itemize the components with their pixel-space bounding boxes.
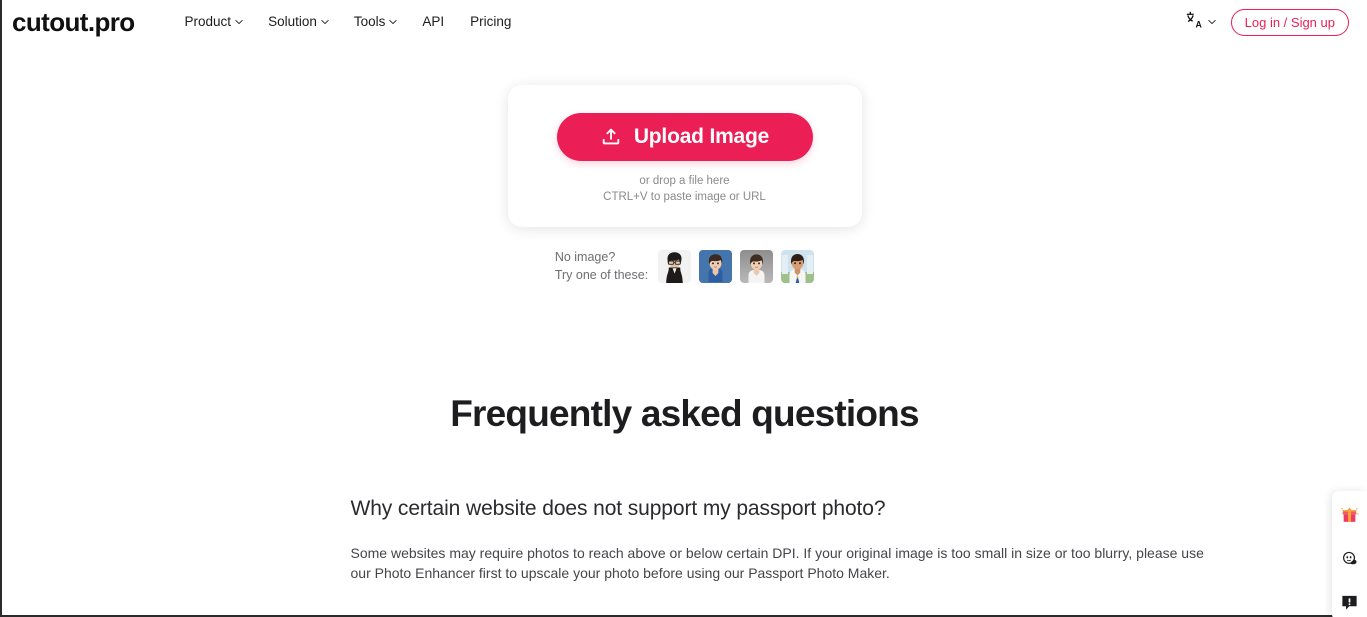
sample-label-line1: No image?	[554, 250, 616, 264]
site-header: cutout.pro Product Solution Tools API Pr…	[2, 0, 1367, 44]
nav-item-label: API	[422, 14, 445, 30]
dropzone-hint-line2: CTRL+V to paste image or URL	[603, 190, 766, 203]
login-signup-button[interactable]: Log in / Sign up	[1230, 8, 1349, 36]
language-switcher[interactable]: A	[1185, 10, 1216, 35]
discord-face-icon[interactable]	[1339, 547, 1361, 569]
upload-icon	[600, 126, 622, 148]
upload-image-button[interactable]: Upload Image	[556, 113, 813, 161]
chevron-down-icon	[1208, 18, 1216, 25]
sample-thumbnail-list	[658, 250, 815, 284]
sample-photo-4[interactable]	[781, 250, 815, 284]
sample-images-label: No image? Try one of these:	[555, 249, 648, 285]
sample-photo-2[interactable]	[699, 250, 733, 284]
main-nav: Product Solution Tools API Pricing	[185, 15, 512, 29]
nav-item-tools[interactable]: Tools	[353, 14, 398, 30]
dropzone-hint-line1: or drop a file here	[639, 175, 730, 187]
translate-icon: A	[1185, 10, 1205, 35]
upload-section: Upload Image or drop a file here CTRL+V …	[2, 85, 1367, 285]
nav-item-label: Pricing	[470, 14, 512, 30]
sample-label-line2: Try one of these:	[554, 267, 649, 282]
header-actions: A Log in / Sign up	[1185, 8, 1349, 36]
sample-photo-3[interactable]	[740, 250, 774, 284]
gift-icon[interactable]	[1339, 503, 1361, 525]
site-logo[interactable]: cutout.pro	[12, 9, 135, 35]
faq-list: Why certain website does not support my …	[115, 497, 1255, 584]
upload-image-button-label: Upload Image	[633, 125, 770, 148]
feedback-bubble-icon[interactable]	[1339, 591, 1361, 613]
chevron-down-icon	[235, 18, 243, 25]
faq-question[interactable]: Why certain website does not support my …	[351, 497, 1225, 521]
faq-item[interactable]: Why certain website does not support my …	[351, 497, 1225, 584]
sample-images-section: No image? Try one of these:	[555, 249, 815, 285]
nav-item-api[interactable]: API	[422, 15, 444, 29]
floating-widget-panel	[1332, 491, 1367, 617]
faq-answer: Some websites may require photos to reac…	[350, 544, 1204, 582]
svg-text:A: A	[1195, 19, 1202, 29]
faq-heading: Frequently asked questions	[450, 392, 919, 434]
nav-item-label: Tools	[353, 14, 386, 30]
nav-item-solution[interactable]: Solution	[268, 14, 329, 30]
dropzone-hint: or drop a file here CTRL+V to paste imag…	[603, 174, 766, 206]
chevron-down-icon	[321, 18, 329, 25]
nav-item-pricing[interactable]: Pricing	[470, 15, 511, 29]
chevron-down-icon	[389, 18, 398, 25]
nav-item-label: Solution	[268, 14, 317, 30]
nav-item-product[interactable]: Product	[185, 15, 243, 29]
nav-item-label: Product	[184, 14, 232, 30]
upload-dropzone[interactable]: Upload Image or drop a file here CTRL+V …	[507, 85, 862, 227]
sample-photo-1[interactable]	[658, 250, 692, 284]
